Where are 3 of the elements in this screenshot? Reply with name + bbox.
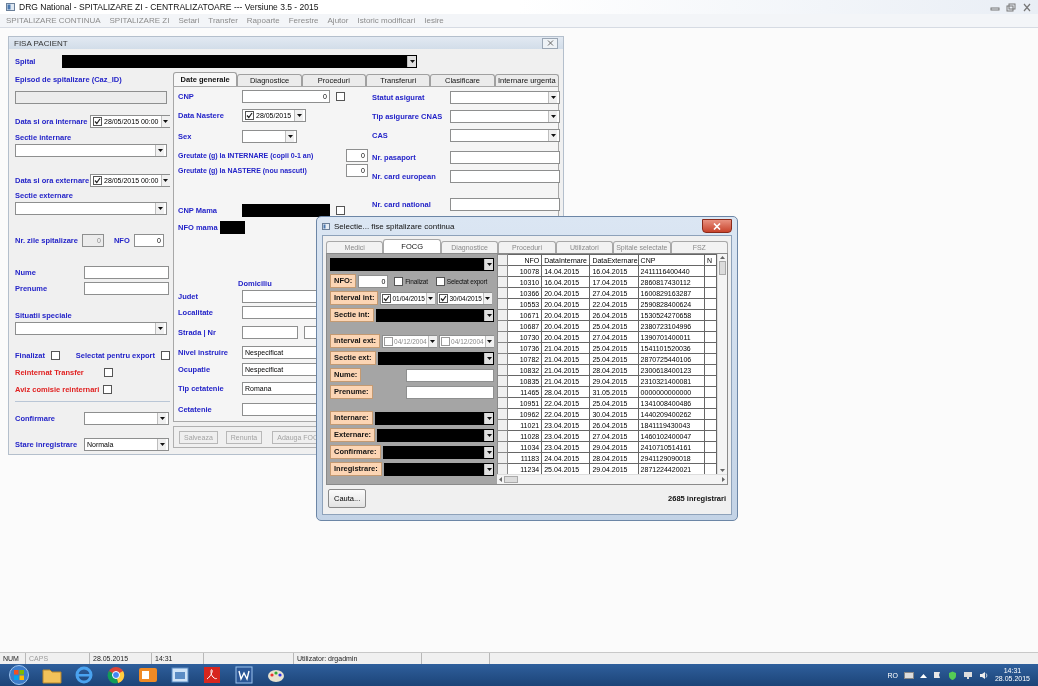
- window-title: DRG National - SPITALIZARE ZI - CENTRALIZATOARE --- Versiune 3.5 - 2015: [19, 2, 319, 12]
- window-title: FISA PACIENT: [14, 38, 68, 48]
- dialog-title: Selectie... fise spitalizare continua: [334, 221, 455, 231]
